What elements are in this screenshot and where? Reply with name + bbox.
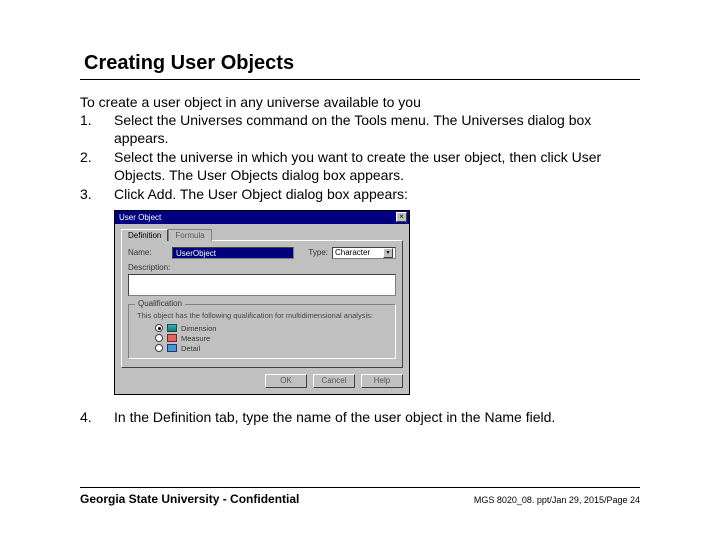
title-rule bbox=[80, 79, 640, 80]
detail-icon bbox=[167, 344, 177, 352]
radio-icon bbox=[155, 344, 163, 352]
radio-icon bbox=[155, 334, 163, 342]
group-title: Qualification bbox=[135, 299, 185, 308]
slide-footer: Georgia State University - Confidential … bbox=[80, 487, 640, 506]
description-label: Description: bbox=[128, 263, 170, 272]
radio-detail[interactable]: Detail bbox=[155, 344, 387, 353]
steps-list: 1. Select the Universes command on the T… bbox=[80, 112, 640, 426]
list-item: 4. In the Definition tab, type the name … bbox=[80, 409, 640, 427]
list-item: 2. Select the universe in which you want… bbox=[80, 149, 640, 184]
step-number: 1. bbox=[80, 112, 114, 147]
step-text: In the Definition tab, type the name of … bbox=[114, 409, 640, 427]
name-field[interactable]: UserObject bbox=[172, 247, 294, 259]
tab-strip: Definition Formula bbox=[121, 228, 403, 240]
step-number: 3. bbox=[80, 186, 114, 204]
user-object-dialog: User Object × Definition Formula Name: U… bbox=[114, 210, 410, 395]
intro-text: To create a user object in any universe … bbox=[80, 94, 640, 110]
type-value: Character bbox=[335, 247, 370, 258]
radio-measure[interactable]: Measure bbox=[155, 334, 387, 343]
page-title: Creating User Objects bbox=[84, 52, 640, 75]
measure-icon bbox=[167, 334, 177, 342]
name-label: Name: bbox=[128, 248, 168, 257]
footer-rule bbox=[80, 487, 640, 488]
radio-dimension[interactable]: Dimension bbox=[155, 324, 387, 333]
dialog-title: User Object bbox=[119, 213, 161, 222]
close-icon[interactable]: × bbox=[396, 212, 407, 222]
radio-icon bbox=[155, 324, 163, 332]
dimension-icon bbox=[167, 324, 177, 332]
dialog-titlebar: User Object × bbox=[115, 211, 409, 224]
list-item: 1. Select the Universes command on the T… bbox=[80, 112, 640, 147]
step-number: 4. bbox=[80, 409, 114, 427]
footer-left: Georgia State University - Confidential bbox=[80, 492, 299, 506]
step-number: 2. bbox=[80, 149, 114, 184]
chevron-down-icon[interactable]: ▾ bbox=[383, 248, 393, 258]
type-label: Type: bbox=[308, 248, 328, 257]
group-note: This object has the following qualificat… bbox=[137, 311, 387, 320]
cancel-button[interactable]: Cancel bbox=[313, 374, 355, 388]
radio-label: Dimension bbox=[181, 324, 216, 333]
dialog-button-row: OK Cancel Help bbox=[121, 374, 403, 388]
help-button[interactable]: Help bbox=[361, 374, 403, 388]
qualification-group: Qualification This object has the follow… bbox=[128, 304, 396, 359]
radio-label: Measure bbox=[181, 334, 210, 343]
radio-label: Detail bbox=[181, 344, 200, 353]
step-text: Select the Universes command on the Tool… bbox=[114, 112, 640, 147]
footer-right: MGS 8020_08. ppt/Jan 29, 2015/Page 24 bbox=[474, 495, 640, 505]
tab-formula[interactable]: Formula bbox=[168, 229, 211, 241]
type-select[interactable]: Character ▾ bbox=[332, 247, 396, 259]
dialog-screenshot: User Object × Definition Formula Name: U… bbox=[114, 210, 640, 395]
step-text: Click Add. The User Object dialog box ap… bbox=[114, 186, 640, 204]
description-field[interactable] bbox=[128, 274, 396, 296]
step-text: Select the universe in which you want to… bbox=[114, 149, 640, 184]
ok-button[interactable]: OK bbox=[265, 374, 307, 388]
tab-panel: Name: UserObject Type: Character ▾ Descr… bbox=[121, 240, 403, 368]
tab-definition[interactable]: Definition bbox=[121, 229, 168, 241]
list-item: 3. Click Add. The User Object dialog box… bbox=[80, 186, 640, 204]
